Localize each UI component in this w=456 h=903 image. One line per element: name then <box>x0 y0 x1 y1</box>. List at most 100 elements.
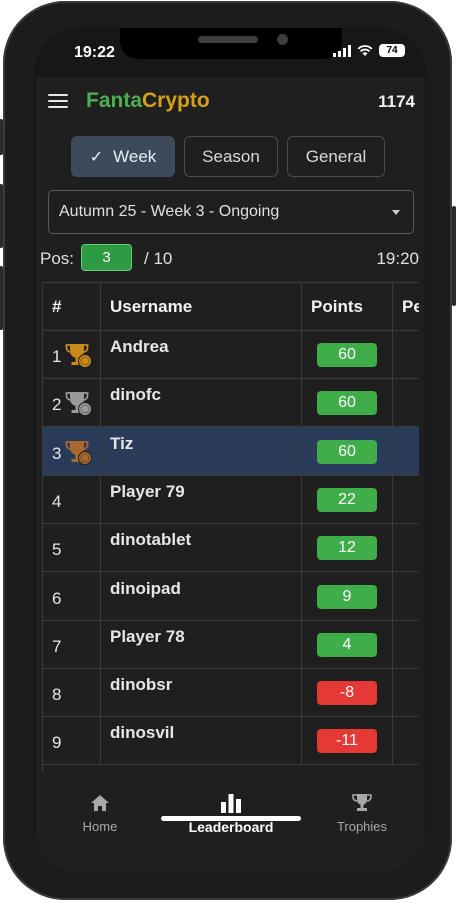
tab-season[interactable]: Season <box>184 136 278 177</box>
username-cell: dinosvil <box>101 716 302 765</box>
percent-cell <box>393 716 419 764</box>
bronze-trophy-icon <box>65 440 92 465</box>
table-row[interactable]: 8 dinobsr -8 <box>43 668 419 718</box>
username: Player 79 <box>110 481 185 501</box>
home-icon <box>91 795 109 811</box>
menu-icon[interactable] <box>48 94 68 110</box>
percent-cell <box>393 620 419 668</box>
rank-cell: 3 <box>43 426 101 475</box>
mute-switch <box>0 119 3 155</box>
rank-number: 1 <box>52 347 62 366</box>
nav-trophies[interactable]: Trophies <box>329 793 395 834</box>
rank-number: 2 <box>52 395 62 415</box>
rank-number: 4 <box>52 491 62 511</box>
nav-leaderboard[interactable]: Leaderboard <box>181 793 281 835</box>
position-badge: 3 <box>81 244 132 271</box>
trophy-icon <box>352 794 372 811</box>
bottom-navigation: Home Leaderboard Trophies <box>36 779 425 872</box>
rank-number: 6 <box>52 588 62 608</box>
rank-number: 5 <box>52 540 62 560</box>
period-select-value: Autumn 25 - Week 3 - Ongoing <box>59 203 280 220</box>
status-icons: 74 <box>333 44 405 57</box>
camera <box>277 34 288 45</box>
home-indicator <box>161 816 301 821</box>
period-tabs: ✓ Week Season General <box>71 136 385 177</box>
tab-season-label: Season <box>202 146 260 166</box>
balance: 1174 <box>378 92 415 111</box>
percent-cell <box>393 523 419 571</box>
volume-up-button <box>0 184 3 248</box>
wifi-icon <box>357 44 373 56</box>
rank-cell: 1 <box>43 330 101 378</box>
table-row[interactable]: 5 dinotablet 12 <box>43 523 419 573</box>
username: dinofc <box>110 385 161 405</box>
points-cell: -11 <box>302 716 393 765</box>
app-bar: FantaCrypto 1174 <box>36 77 425 127</box>
table-header: # Username Points Pe <box>43 283 419 331</box>
table-row[interactable]: 3 Tiz 60 <box>43 426 419 476</box>
username-cell: Player 79 <box>101 474 302 523</box>
rank-number: 3 <box>52 443 62 463</box>
percent-cell <box>393 378 419 426</box>
notch <box>120 28 342 59</box>
dropdown-caret-icon <box>392 210 400 215</box>
tab-week[interactable]: ✓ Week <box>71 136 175 177</box>
username-cell: Tiz <box>101 426 302 475</box>
username-cell: Player 78 <box>101 619 302 668</box>
status-time: 19:22 <box>74 44 115 61</box>
points-badge: 60 <box>317 439 377 464</box>
points-badge: 22 <box>317 487 377 512</box>
rank-cell: 9 <box>43 716 101 765</box>
header-rank: # <box>43 283 101 330</box>
table-row[interactable]: 6 dinoipad 9 <box>43 571 419 621</box>
tab-general[interactable]: General <box>287 136 385 177</box>
brand-part-fanta: Fanta <box>86 89 143 112</box>
rank-number: 7 <box>52 636 62 656</box>
nav-home[interactable]: Home <box>74 793 126 834</box>
screen: 19:22 74 FantaCrypto 1174 ✓ Week Season … <box>34 28 427 872</box>
volume-down-button <box>0 266 3 330</box>
nav-trophies-label: Trophies <box>336 819 388 834</box>
percent-cell <box>393 572 419 620</box>
nav-leaderboard-label: Leaderboard <box>188 819 274 835</box>
username-cell: dinoipad <box>101 571 302 620</box>
leaderboard-table[interactable]: # Username Points Pe 1 Andrea <box>42 282 419 773</box>
table-row[interactable]: 7 Player 78 4 <box>43 619 419 669</box>
gold-trophy-icon <box>65 344 92 368</box>
username-cell: dinobsr <box>101 668 302 717</box>
tab-general-label: General <box>305 146 367 166</box>
username: Player 78 <box>110 626 185 646</box>
position-row: Pos: 3 / 10 19:20 <box>40 244 419 274</box>
username: Tiz <box>110 433 134 453</box>
rank-cell: 5 <box>43 523 101 572</box>
points-badge: 9 <box>317 584 377 609</box>
rank-number: 8 <box>52 685 62 705</box>
table-row[interactable]: 2 dinofc 60 <box>43 378 419 428</box>
username: Andrea <box>110 337 169 356</box>
table-row[interactable]: 4 Player 79 22 <box>43 474 419 524</box>
points-cell: 9 <box>302 571 393 620</box>
table-row[interactable]: 1 Andrea 60 <box>43 330 419 379</box>
check-icon: ✓ <box>89 148 104 166</box>
power-button <box>452 206 456 306</box>
username: dinosvil <box>110 723 175 743</box>
app-logo: FantaCrypto <box>86 89 210 113</box>
period-select[interactable]: Autumn 25 - Week 3 - Ongoing <box>48 190 414 234</box>
table-row[interactable]: 9 dinosvil -11 <box>43 716 419 766</box>
rank-cell: 6 <box>43 571 101 620</box>
leaderboard-icon <box>221 794 241 813</box>
percent-cell <box>393 427 419 475</box>
signal-icon <box>333 44 351 57</box>
rank-cell: 8 <box>43 668 101 717</box>
points-cell: -8 <box>302 668 393 717</box>
username: dinobsr <box>110 675 173 695</box>
points-cell: 22 <box>302 474 393 523</box>
speaker <box>198 36 258 43</box>
percent-cell <box>393 475 419 523</box>
header-percent: Pe <box>402 297 419 316</box>
points-badge: -11 <box>317 729 377 754</box>
header-points: Points <box>302 283 393 330</box>
points-badge: 12 <box>317 536 377 561</box>
rank-number: 9 <box>52 733 62 753</box>
username-cell: Andrea <box>101 330 302 378</box>
